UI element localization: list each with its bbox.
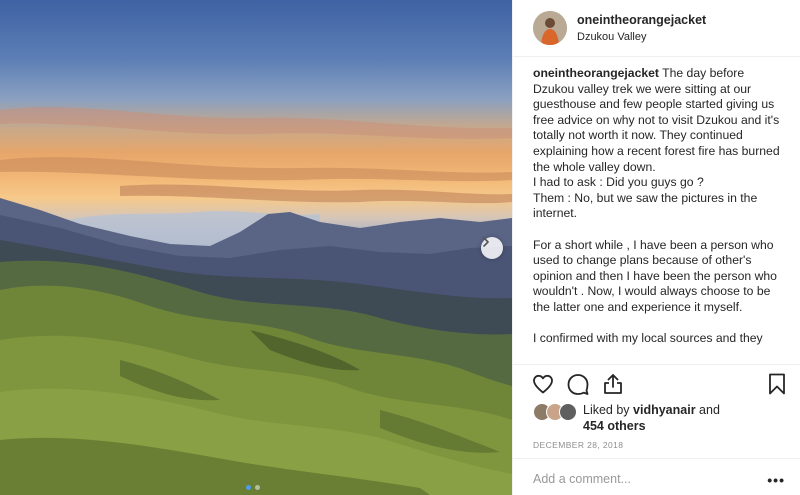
heart-icon[interactable] — [531, 372, 555, 396]
caption-text: I had to ask : Did you guys go ? — [533, 175, 704, 190]
caption-text: The day before Dzukou valley trek we wer… — [533, 66, 780, 174]
post-actions — [531, 372, 789, 398]
post-date[interactable]: DECEMBER 28, 2018 — [533, 440, 623, 450]
carousel-indicator — [246, 485, 260, 490]
post-photo[interactable] — [0, 0, 512, 495]
comment-bubble-icon[interactable] — [566, 372, 590, 396]
likes-count-link[interactable]: 454 others — [583, 419, 646, 433]
more-options-icon[interactable]: ••• — [767, 472, 785, 488]
share-icon[interactable] — [601, 372, 625, 396]
comment-box: ••• — [533, 470, 785, 488]
divider — [513, 364, 800, 365]
liker-username[interactable]: vidhyanair — [633, 403, 696, 417]
avatar — [559, 403, 577, 421]
post-caption: oneintheorangejacket The day before Dzuk… — [533, 66, 783, 362]
post-location[interactable]: Dzukou Valley — [577, 30, 706, 45]
post-header: oneintheorangejacket Dzukou Valley — [513, 0, 800, 57]
carousel-dot-active — [246, 485, 251, 490]
chevron-right-icon — [483, 237, 489, 247]
bookmark-icon[interactable] — [765, 372, 789, 396]
divider — [513, 458, 800, 459]
post-details-panel: oneintheorangejacket Dzukou Valley onein… — [512, 0, 800, 495]
caption-text: I confirmed with my local sources and th… — [533, 331, 763, 346]
next-slide-button[interactable] — [481, 237, 503, 259]
post-author-username[interactable]: oneintheorangejacket — [577, 12, 706, 28]
liker-avatars — [533, 403, 579, 421]
comment-input[interactable] — [533, 472, 753, 486]
likes-and: and — [695, 403, 720, 417]
profile-photo — [533, 11, 567, 45]
caption-text: Them : No, but we saw the pictures in th… — [533, 190, 758, 221]
landscape-image — [0, 107, 512, 495]
likes-prefix: Liked by — [583, 403, 634, 417]
caption-text: For a short while , I have been a person… — [533, 237, 777, 314]
likes-summary: Liked by vidhyanair and 454 others — [533, 402, 720, 434]
avatar[interactable] — [533, 11, 567, 45]
carousel-dot — [255, 485, 260, 490]
caption-username[interactable]: oneintheorangejacket — [533, 66, 659, 80]
